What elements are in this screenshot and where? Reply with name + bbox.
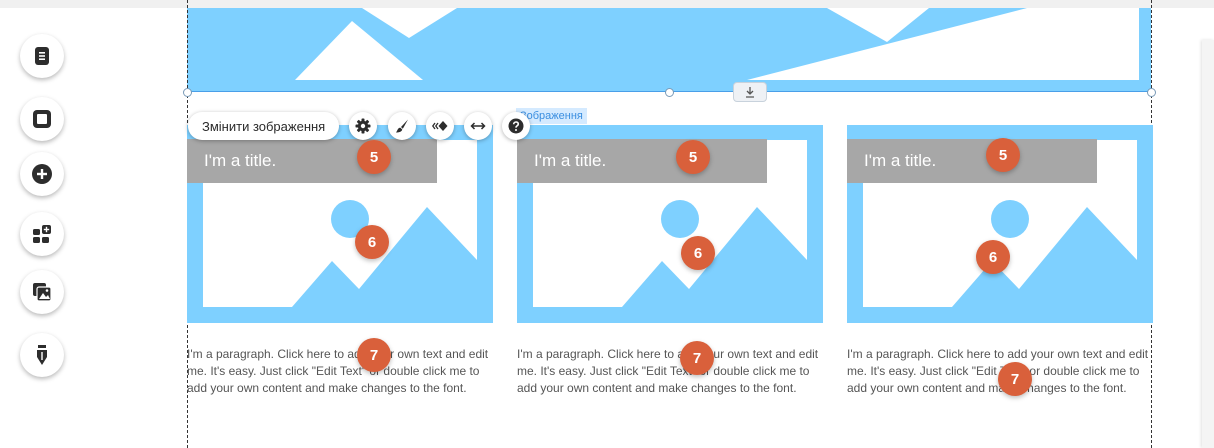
stretch-icon [470,122,486,130]
marker-paragraph: 7 [357,338,391,372]
card-title[interactable]: I'm a title. [517,139,767,183]
pages-button[interactable] [20,34,64,78]
marker-title: 5 [357,140,391,174]
media-icon [33,283,52,302]
resize-handle[interactable] [1147,88,1156,97]
marker-image: 6 [976,240,1010,274]
marker-title: 5 [676,140,710,174]
app-market-icon [33,225,51,243]
arrow-down-icon [746,87,754,98]
pen-nib-icon [37,345,47,365]
marker-paragraph: 7 [680,341,714,375]
app-market-button[interactable] [20,212,64,256]
animation-button[interactable] [426,112,454,140]
blog-button[interactable] [20,333,64,377]
add-icon [32,164,52,184]
stretch-down-button[interactable] [733,82,767,102]
animation-icon [432,121,448,131]
card-title[interactable]: I'm a title. [187,139,437,183]
design-button[interactable] [388,112,416,140]
card-paragraph[interactable]: I'm a paragraph. Click here to add your … [187,346,493,397]
background-icon [33,110,51,128]
hero-image-placeholder[interactable] [187,8,1151,92]
card-paragraph[interactable]: I'm a paragraph. Click here to add your … [517,346,823,397]
settings-button[interactable] [349,112,377,140]
gear-icon [355,118,371,134]
media-button[interactable] [20,270,64,314]
right-panel-edge [1202,40,1214,448]
marker-image: 6 [355,225,389,259]
image-placeholder-icon [187,8,1151,92]
pages-icon [35,47,49,65]
help-icon [508,118,524,134]
help-button[interactable] [502,112,530,140]
background-button[interactable] [20,97,64,141]
add-button[interactable] [20,152,64,196]
change-image-button[interactable]: Змінити зображення [188,112,340,140]
marker-title: 5 [986,138,1020,172]
resize-handle[interactable] [665,88,674,97]
resize-handle[interactable] [183,88,192,97]
top-bar [0,0,1214,8]
card-title[interactable]: I'm a title. [847,139,1097,183]
marker-image: 6 [681,236,715,270]
stretch-button[interactable] [464,112,492,140]
brush-icon [396,119,408,133]
marker-paragraph: 7 [998,362,1032,396]
